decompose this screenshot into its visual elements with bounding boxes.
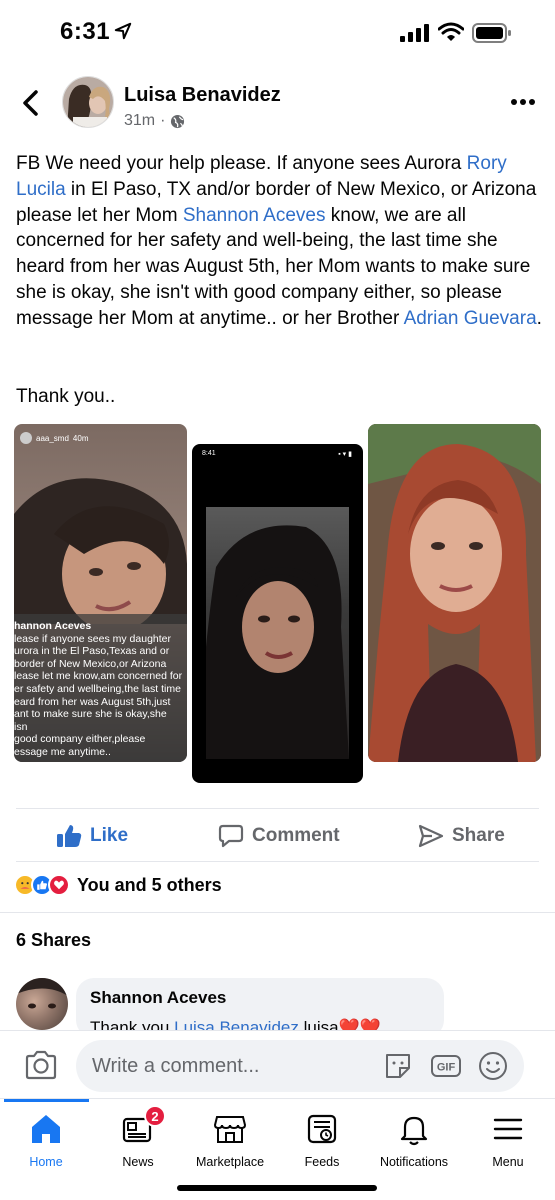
story-user-avatar — [20, 432, 32, 444]
tab-marketplace[interactable]: Marketplace — [184, 1111, 276, 1169]
story-age: 40m — [72, 433, 89, 443]
tab-label: Notifications — [379, 1155, 449, 1169]
photo-2-portrait — [206, 507, 349, 759]
section-divider — [0, 912, 555, 913]
mention-adrian-guevara[interactable]: Adrian Guevara — [404, 308, 537, 329]
active-tab-indicator — [4, 1099, 89, 1102]
caption-line: border of New Mexico,or Arizona — [14, 657, 167, 670]
status-bar: 6:31 — [0, 0, 555, 66]
comment-composer: Write a comment... GIF — [0, 1030, 555, 1098]
post-thanks: Thank you.. — [16, 386, 116, 407]
caption-line: urora in the El Paso,Texas and or — [14, 645, 170, 658]
post-time: 31m — [124, 112, 156, 129]
tab-home[interactable]: Home — [0, 1111, 92, 1169]
gif-icon[interactable]: GIF — [430, 1050, 462, 1082]
feeds-icon — [307, 1114, 337, 1144]
story-username: aaa_smd — [36, 433, 69, 443]
tab-notifications[interactable]: Notifications — [368, 1111, 460, 1169]
comment-input[interactable]: Write a comment... GIF — [76, 1040, 524, 1092]
emoji-icon[interactable] — [477, 1050, 509, 1082]
comment-placeholder: Write a comment... — [92, 1055, 260, 1077]
post-text-segment: FB We need your help please. If anyone s… — [16, 153, 467, 174]
shares-count[interactable]: 6 Shares — [16, 930, 91, 951]
tab-news[interactable]: 2 News — [92, 1105, 184, 1169]
sticker-icon[interactable] — [382, 1050, 414, 1082]
comment-button[interactable]: Comment — [218, 818, 340, 854]
thumbs-up-icon — [57, 825, 82, 847]
reactions-text: You and 5 others — [77, 874, 222, 895]
bell-icon — [400, 1116, 428, 1146]
more-options-icon[interactable] — [510, 98, 536, 106]
post-photo-2[interactable]: 8:41 ▪ ▾ ▮ — [192, 444, 363, 783]
reactions-summary[interactable]: You and 5 others — [14, 874, 222, 896]
news-badge: 2 — [144, 1105, 166, 1127]
post-meta: 31m · — [124, 112, 185, 130]
marketplace-shop-icon — [213, 1116, 247, 1143]
tab-label: Marketplace — [195, 1155, 265, 1169]
story-caption: hannon Aceves lease if anyone sees my da… — [14, 614, 187, 762]
post-photo-3[interactable] — [368, 424, 541, 762]
mention-shannon-aceves[interactable]: Shannon Aceves — [183, 205, 326, 226]
tab-feeds[interactable]: Feeds — [276, 1111, 368, 1169]
comment-bubble-icon — [218, 824, 244, 848]
caption-line: lease if anyone sees my daughter — [14, 632, 172, 645]
caption-line: eard from her was August 5th,just — [14, 695, 171, 708]
caption-line: er safety and wellbeing,the last time — [14, 682, 181, 695]
camera-icon[interactable] — [24, 1050, 58, 1080]
story-header: aaa_smd 40m — [20, 432, 88, 444]
commenter-name[interactable]: Shannon Aceves — [90, 988, 226, 1008]
comment-label: Comment — [252, 825, 340, 846]
share-arrow-icon — [418, 824, 444, 848]
screenshot-time: 8:41 — [202, 450, 216, 457]
cellular-signal-icon — [400, 24, 429, 42]
hamburger-menu-icon — [493, 1118, 523, 1140]
caption-line: good company either,please — [14, 733, 146, 746]
tab-label: Home — [29, 1155, 63, 1169]
share-label: Share — [452, 825, 505, 846]
home-icon — [32, 1115, 60, 1143]
like-button[interactable]: Like — [56, 818, 128, 854]
meta-separator-dot: · — [160, 112, 166, 129]
caption-line: ant to make sure she is okay,she isn — [14, 708, 167, 733]
globe-icon — [171, 114, 185, 128]
comment-bubble: Shannon Aceves Thank you Luisa Benavidez… — [76, 978, 444, 1038]
caption-line: essage me anytime.. — [14, 745, 111, 758]
post-text-segment: . — [536, 307, 542, 329]
screenshot-status-bar: 8:41 ▪ ▾ ▮ — [202, 450, 352, 458]
wifi-icon — [438, 22, 464, 41]
back-chevron-icon[interactable] — [20, 90, 42, 116]
screenshot-status-icons: ▪ ▾ ▮ — [338, 451, 352, 458]
caption-title: hannon Aceves — [14, 620, 92, 632]
tab-menu[interactable]: Menu — [462, 1111, 554, 1169]
location-arrow-icon — [114, 22, 132, 40]
author-avatar[interactable] — [62, 76, 114, 128]
share-button[interactable]: Share — [418, 818, 505, 854]
tab-label: News — [122, 1155, 154, 1169]
actions-divider-bottom — [16, 861, 539, 862]
caption-line: lease let me know,am concerned for — [14, 670, 183, 683]
home-indicator[interactable] — [177, 1185, 377, 1191]
photo-3-portrait — [368, 424, 541, 762]
post-header: Luisa Benavidez 31m · — [0, 70, 555, 136]
actions-divider-top — [16, 808, 539, 809]
tab-label: Feeds — [304, 1155, 340, 1169]
post-photo-1[interactable]: aaa_smd 40m hannon Aceves lease if anyon… — [14, 424, 187, 762]
post-body: FB We need your help please. If anyone s… — [16, 151, 542, 332]
commenter-avatar[interactable] — [16, 978, 68, 1030]
love-reaction-icon — [48, 874, 70, 896]
like-label: Like — [90, 825, 129, 846]
author-name[interactable]: Luisa Benavidez — [124, 84, 281, 107]
status-time: 6:31 — [60, 18, 111, 45]
photo-1-portrait — [14, 478, 187, 624]
battery-icon — [472, 23, 511, 43]
tab-label: Menu — [492, 1155, 524, 1169]
svg-text:GIF: GIF — [437, 1062, 456, 1074]
